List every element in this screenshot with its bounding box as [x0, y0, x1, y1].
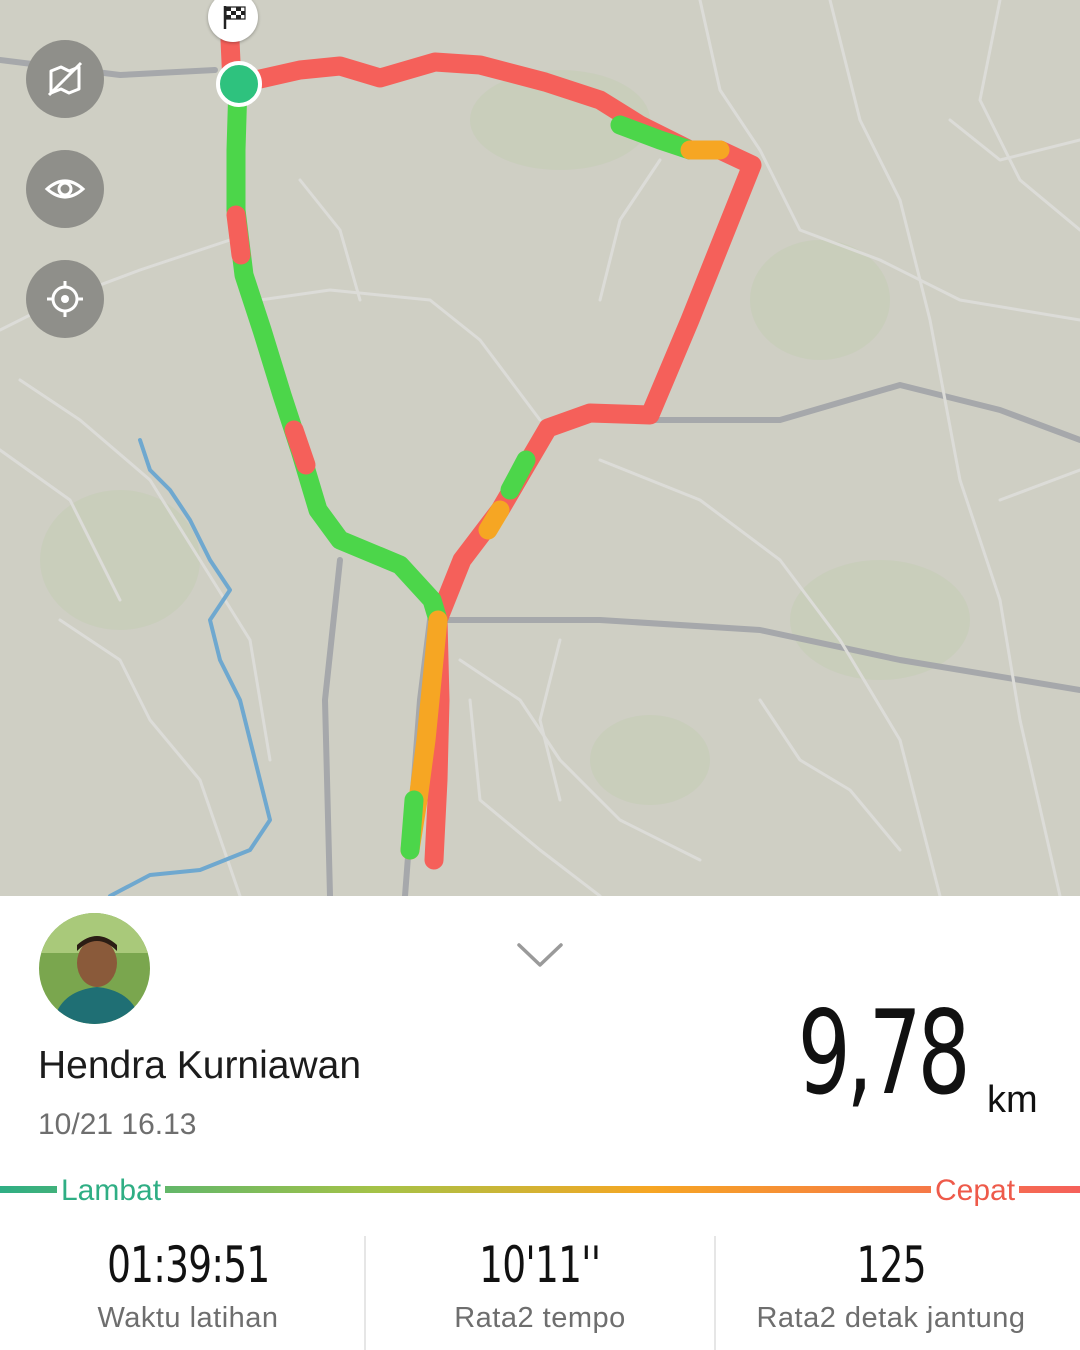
route-map[interactable] [0, 0, 1080, 896]
stat-average-heart-rate: 125 Rata2 detak jantung [711, 1236, 1071, 1335]
hide-map-icon [47, 61, 83, 97]
distance-value: 9,78 [797, 986, 970, 1121]
stat-label: Rata2 tempo [454, 1302, 626, 1334]
stat-workout-time: 01:39:51 Waktu latihan [8, 1236, 368, 1335]
toggle-view-button[interactable] [26, 150, 104, 228]
route-end-marker [216, 61, 262, 107]
stat-average-pace: 10'11'' Rata2 tempo [360, 1236, 720, 1335]
eye-icon [44, 179, 86, 199]
stat-label: Waktu latihan [97, 1302, 279, 1334]
distance-unit: km [987, 1079, 1038, 1121]
stat-label: Rata2 detak jantung [756, 1302, 1026, 1334]
activity-datetime: 10/21 16.13 [38, 1108, 197, 1141]
stat-value: 01:39:51 [106, 1236, 270, 1294]
user-name: Hendra Kurniawan [38, 1044, 362, 1087]
map-background [0, 0, 1080, 896]
locate-button[interactable] [26, 260, 104, 338]
locate-icon [47, 281, 83, 317]
activity-summary-panel: Hendra Kurniawan 10/21 16.13 9,78 km Lam… [0, 896, 1080, 1350]
speed-legend: Lambat Cepat [0, 1170, 1080, 1210]
avatar[interactable] [39, 913, 150, 1024]
stat-value: 10'11'' [479, 1236, 601, 1294]
stat-value: 125 [856, 1236, 926, 1294]
hide-map-button[interactable] [26, 40, 104, 118]
fast-label: Cepat [931, 1174, 1020, 1208]
chevron-down-icon[interactable] [515, 939, 565, 969]
slow-label: Lambat [57, 1174, 166, 1208]
